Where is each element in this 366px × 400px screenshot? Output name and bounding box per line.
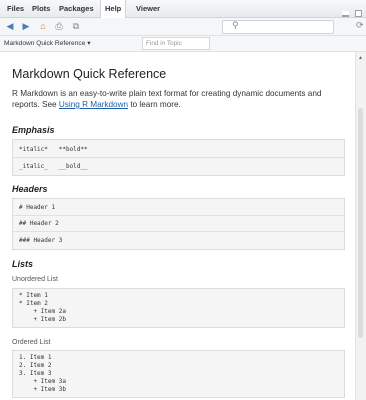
help-search-input[interactable] xyxy=(222,20,334,34)
code-line: + Item 2b xyxy=(19,316,66,323)
using-r-markdown-link[interactable]: Using R Markdown xyxy=(59,100,128,109)
pane-tab-bar: Files Plots Packages Help Viewer xyxy=(0,0,366,18)
code-line: # Header 1 xyxy=(19,204,56,211)
divider xyxy=(13,231,344,232)
intro-tail: to learn more. xyxy=(128,100,181,109)
topic-label: Markdown Quick Reference xyxy=(4,40,86,47)
code-line: + Item 2a xyxy=(19,308,66,315)
intro-paragraph: R Markdown is an easy-to-write plain tex… xyxy=(12,88,342,110)
divider xyxy=(13,215,344,216)
tab-files[interactable]: Files xyxy=(3,0,28,17)
scroll-thumb[interactable] xyxy=(358,108,363,338)
tab-packages[interactable]: Packages xyxy=(55,0,98,17)
forward-arrow-icon[interactable]: ▶ xyxy=(20,21,32,32)
minimize-icon[interactable] xyxy=(341,11,349,17)
maximize-icon[interactable] xyxy=(355,10,362,17)
print-icon[interactable]: ⎙ xyxy=(53,21,65,32)
emphasis-heading: Emphasis xyxy=(12,125,55,135)
code-line: _italic_ __bold__ xyxy=(19,163,88,170)
page-title: Markdown Quick Reference xyxy=(12,67,167,81)
headers-heading: Headers xyxy=(12,184,48,194)
help-document: Markdown Quick Reference R Markdown is a… xyxy=(0,52,356,400)
code-line: * Item 2 xyxy=(19,300,48,307)
unordered-list-code-block: * Item 1 * Item 2 + Item 2a + Item 2b xyxy=(12,288,345,328)
code-line: *italic* **bold** xyxy=(19,146,88,153)
home-icon[interactable]: ⌂ xyxy=(37,21,49,32)
tab-plots[interactable]: Plots xyxy=(28,0,54,17)
code-line: + Item 3a xyxy=(19,378,66,385)
help-toolbar: ◀ ▶ ⌂ ⎙ ⧉ ⚲ ⟳ xyxy=(0,18,366,36)
divider xyxy=(13,157,344,158)
code-line: 2. Item 2 xyxy=(19,362,52,369)
chevron-down-icon: ▾ xyxy=(87,40,91,47)
vertical-scrollbar[interactable]: ▲ xyxy=(355,52,366,400)
emphasis-code-block: *italic* **bold** _italic_ __bold__ xyxy=(12,139,345,176)
topic-bar: Markdown Quick Reference ▾ Find in Topic xyxy=(0,36,366,52)
find-in-topic-input[interactable]: Find in Topic xyxy=(142,37,210,50)
ordered-list-code-block: 1. Item 1 2. Item 2 3. Item 3 + Item 3a … xyxy=(12,350,345,398)
code-line: * Item 1 xyxy=(19,292,48,299)
tab-viewer[interactable]: Viewer xyxy=(132,0,164,17)
topic-dropdown[interactable]: Markdown Quick Reference ▾ xyxy=(4,37,91,50)
back-arrow-icon[interactable]: ◀ xyxy=(4,21,16,32)
search-icon: ⚲ xyxy=(232,20,239,30)
code-line: ## Header 2 xyxy=(19,220,59,227)
code-line: 3. Item 3 xyxy=(19,370,52,377)
refresh-icon[interactable]: ⟳ xyxy=(356,20,364,31)
unordered-list-label: Unordered List xyxy=(12,276,58,283)
new-window-icon[interactable]: ⧉ xyxy=(70,21,82,32)
code-line: + Item 3b xyxy=(19,386,66,393)
tab-help[interactable]: Help xyxy=(100,0,127,18)
ordered-list-label: Ordered List xyxy=(12,339,51,346)
code-line: ### Header 3 xyxy=(19,237,63,244)
lists-heading: Lists xyxy=(12,259,34,269)
headers-code-block: # Header 1 ## Header 2 ### Header 3 xyxy=(12,198,345,250)
code-line: 1. Item 1 xyxy=(19,354,52,361)
scroll-up-arrow-icon[interactable]: ▲ xyxy=(358,55,363,61)
